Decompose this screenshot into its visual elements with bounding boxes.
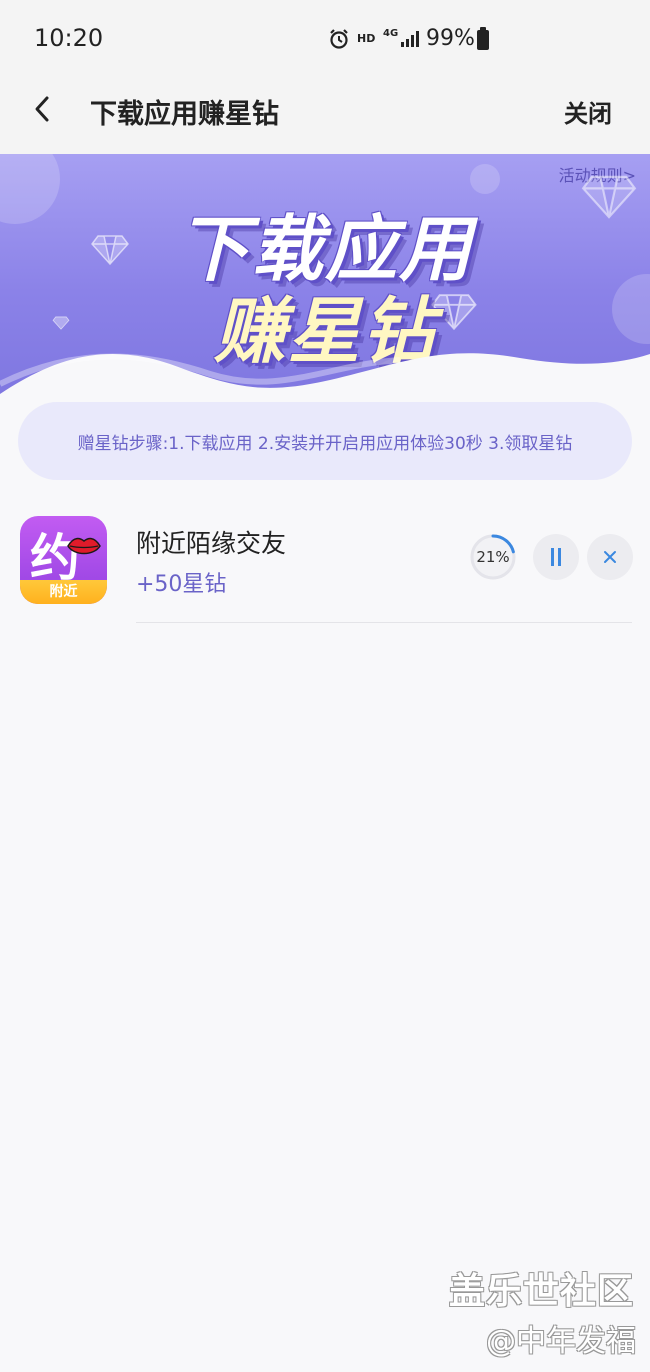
- banner-wave: [0, 353, 650, 404]
- progress-label: 21%: [476, 548, 510, 566]
- battery-percent: 99%: [426, 26, 475, 51]
- lips-icon: [67, 537, 101, 555]
- hd-indicator: HD: [357, 32, 376, 45]
- app-name: 附近陌缘交友: [136, 529, 287, 558]
- steps-banner: 赠星钻步骤:1.下载应用 2.安装并开启用应用体验30秒 3.领取星钻: [18, 402, 632, 480]
- app-reward: +50星钻: [136, 572, 227, 597]
- chevron-left-icon[interactable]: [30, 94, 54, 124]
- app-icon-band: 附近: [20, 580, 107, 604]
- pause-icon: [549, 548, 563, 566]
- battery-icon: [477, 27, 489, 50]
- page-title: 下载应用赚星钻: [90, 99, 279, 130]
- pause-button[interactable]: [533, 534, 579, 580]
- watermark-sub: @中年发福: [486, 1324, 636, 1359]
- status-bar: 10:20 HD 4G 99%: [0, 0, 650, 78]
- promo-banner: 活动规则> 下载应用 赚星钻: [0, 154, 650, 404]
- divider: [136, 622, 632, 623]
- network-type: 4G: [383, 28, 399, 39]
- app-header: 下载应用赚星钻 关闭: [0, 78, 650, 154]
- status-time: 10:20: [34, 24, 104, 52]
- close-button[interactable]: 关闭: [564, 94, 612, 129]
- app-icon[interactable]: 约 附近: [20, 516, 107, 604]
- watermark-main: 盖乐世社区: [448, 1271, 634, 1312]
- steps-text: 赠星钻步骤:1.下载应用 2.安装并开启用应用体验30秒 3.领取星钻: [77, 433, 573, 454]
- close-icon: [604, 551, 616, 563]
- signal-icon: [401, 31, 419, 47]
- cancel-button[interactable]: [587, 534, 633, 580]
- alarm-icon: [330, 29, 348, 49]
- list-item[interactable]: 约 附近 附近陌缘交友 +50星钻 21%: [0, 516, 650, 624]
